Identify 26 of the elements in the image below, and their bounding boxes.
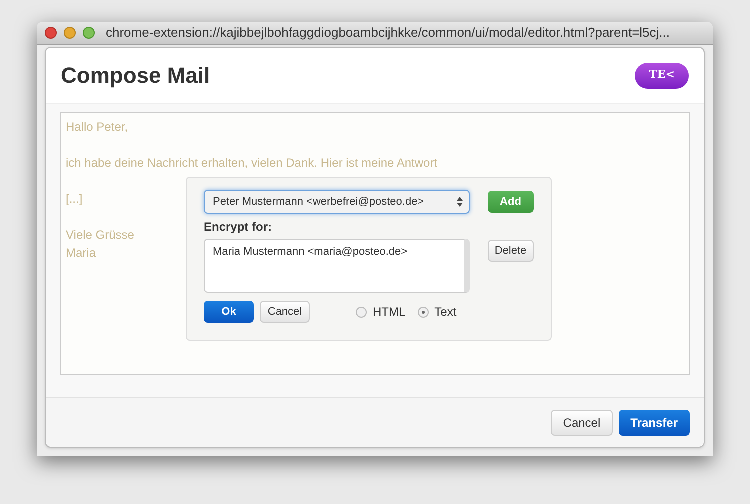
cancel-button[interactable]: Cancel [551, 410, 613, 436]
close-window-icon[interactable] [45, 27, 57, 39]
message-editor[interactable] [60, 112, 690, 375]
message-text: Viele Grüsse [66, 227, 134, 244]
radio-label: Text [434, 304, 457, 321]
select-arrows-icon [456, 197, 462, 207]
window-title: chrome-extension://kajibbejlbohfaggdiogboambcijhkke/common/ui/modal/editor.html?parent=l5cj... [106, 24, 670, 42]
radio-label: HTML [373, 304, 406, 321]
ok-button[interactable]: Ok [204, 301, 254, 323]
cancel-button[interactable]: Cancel [260, 301, 310, 323]
maximize-window-icon[interactable] [83, 27, 95, 39]
logo-badge[interactable]: TE< [635, 62, 689, 88]
radio-button[interactable] [418, 306, 429, 318]
message-text: ich habe deine Nachricht erhalten, vielen Dank. Hier ist meine Antwort [66, 155, 438, 172]
transfer-button[interactable]: Transfer [618, 410, 690, 436]
recipient-select[interactable]: Peter Mustermann <werbefrei@posteo.de> [204, 190, 470, 214]
recipient-list[interactable]: Maria Mustermann <maria@posteo.de> [204, 239, 470, 293]
encrypt-label: Encrypt for: [204, 219, 274, 236]
radio-button[interactable] [356, 306, 367, 318]
dialog-title: Compose Mail [61, 62, 210, 90]
delete-button[interactable]: Delete [488, 240, 534, 262]
message-text: Maria [66, 245, 96, 262]
message-text: [...] [66, 191, 83, 208]
recipient-item[interactable]: Maria Mustermann <maria@posteo.de> [213, 244, 456, 260]
message-text: Hallo Peter, [66, 119, 128, 136]
minimize-window-icon[interactable] [64, 27, 76, 39]
